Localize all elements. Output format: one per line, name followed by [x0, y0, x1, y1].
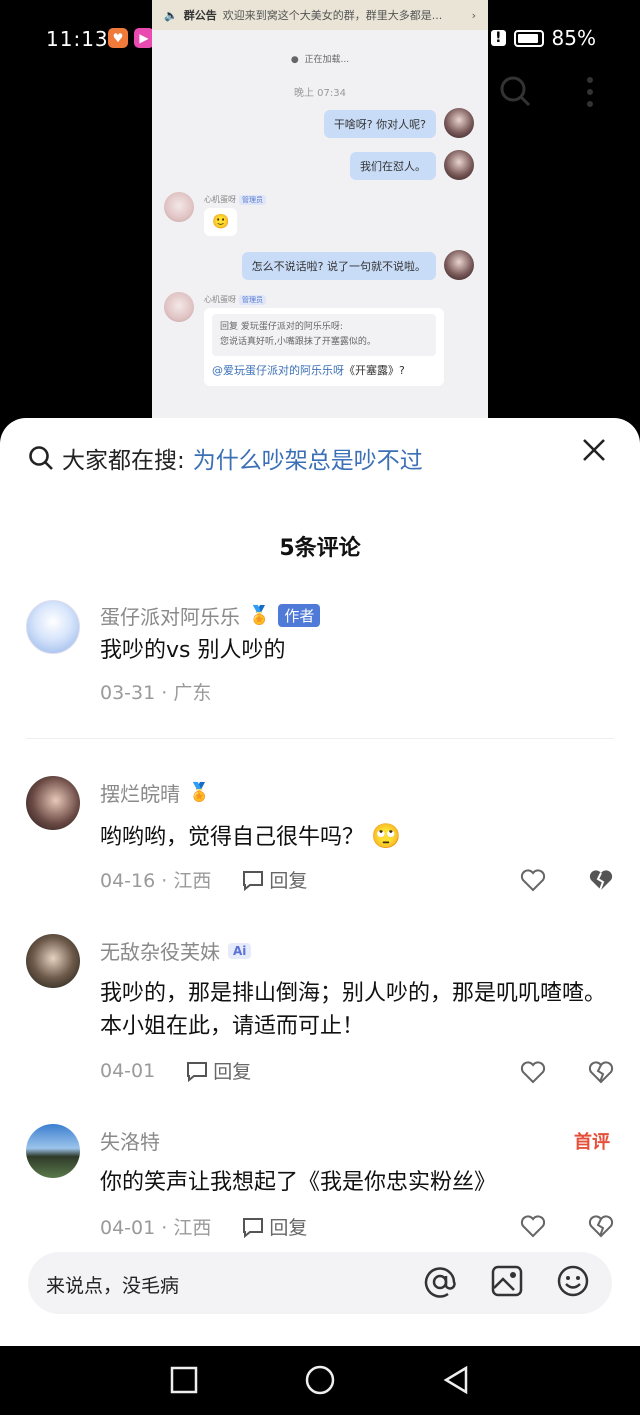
comment-author[interactable]: 失洛特	[100, 1126, 160, 1155]
avatar	[164, 192, 194, 222]
chat-bubble: 怎么不说话啦? 说了一句就不说啦。	[241, 252, 436, 280]
comment-author[interactable]: 蛋仔派对阿乐乐 🏅 作者	[100, 601, 321, 630]
first-comment-tag: 首评	[574, 1132, 610, 1153]
comment-input[interactable]: 来说点，没毛病	[28, 1252, 612, 1314]
comment-meta: 04-01 · 江西 回复	[100, 1213, 307, 1240]
comment-text: 哟哟哟，觉得自己很牛吗？ 🙄	[100, 822, 401, 850]
comment-bubble-icon	[243, 870, 264, 891]
home-icon[interactable]	[304, 1364, 336, 1396]
chat-bubble: 我们在怼人。	[350, 152, 436, 180]
speaker-icon: 🔈	[164, 8, 178, 22]
comment-text: 我吵的，那是排山倒海；别人吵的，那是叽叽喳喳。本小姐在此，请适而可止！	[100, 981, 607, 1039]
chat-nickname: 心机蛋呀 管理员	[204, 294, 266, 305]
comment-author[interactable]: 摆烂皖晴 🏅	[100, 778, 210, 807]
comment-actions	[520, 868, 614, 892]
avatar	[444, 108, 474, 138]
app-notification-icon: ♥	[108, 28, 128, 48]
mention: @爱玩蛋仔派对的阿乐乐呀	[212, 364, 344, 377]
alert-icon: !	[491, 30, 506, 46]
battery-icon	[513, 29, 544, 47]
notice-label: 群公告	[183, 9, 217, 22]
avatar[interactable]	[26, 600, 80, 654]
level-badge-icon: 🏅	[248, 605, 271, 626]
comment-meta: 04-01 回复	[100, 1057, 251, 1084]
chevron-right-icon: ›	[471, 8, 476, 22]
eye-roll-emoji-icon: 🙄	[371, 822, 401, 850]
comment-actions	[520, 1060, 614, 1084]
chat-bubble: 干啥呀? 你对人呢?	[323, 110, 436, 138]
reply-button[interactable]: 回复	[241, 866, 307, 893]
chat-timestamp: 晚上 07:34	[294, 88, 346, 99]
battery-percent: 85%	[551, 26, 596, 50]
emoji-icon[interactable]	[556, 1264, 590, 1298]
avatar[interactable]	[26, 1124, 80, 1178]
comment-actions	[520, 1214, 614, 1238]
close-icon[interactable]	[580, 436, 608, 464]
like-icon[interactable]	[520, 1060, 546, 1084]
comments-count: 5条评论	[279, 536, 361, 561]
chat-screenshot-image: 🔈 群公告 欢迎来到窝这个大美女的群，群里大多都是... › ● 正在加载...…	[152, 0, 488, 420]
divider	[26, 738, 614, 739]
recents-icon[interactable]	[168, 1364, 200, 1396]
video-app-icon: ▶	[134, 28, 154, 48]
loading-text: ● 正在加载...	[290, 55, 350, 65]
reply-button[interactable]: 回复	[185, 1057, 251, 1084]
avatar[interactable]	[26, 934, 80, 988]
back-icon[interactable]	[440, 1364, 472, 1396]
reply-button[interactable]: 回复	[241, 1213, 307, 1240]
mention-icon[interactable]	[422, 1264, 458, 1300]
comment-meta: 04-16 · 江西 回复	[100, 866, 307, 893]
search-term-link[interactable]: 为什么吵架总是吵不过	[193, 441, 423, 475]
like-icon[interactable]	[520, 868, 546, 892]
avatar	[444, 250, 474, 280]
comment-input-placeholder: 来说点，没毛病	[46, 1275, 180, 1297]
input-actions	[422, 1264, 590, 1300]
avatar[interactable]	[26, 776, 80, 830]
chat-bubble: 回复 爱玩蛋仔派对的阿乐乐呀: 您说话真好听,小嘴跟抹了开塞露似的。 @爱玩蛋仔…	[204, 308, 444, 386]
level-badge-icon: 🏅	[188, 782, 211, 803]
group-notice: 🔈 群公告 欢迎来到窝这个大美女的群，群里大多都是... ›	[152, 0, 488, 30]
comment-text: 我吵的vs 别人吵的	[100, 638, 286, 663]
notice-text: 欢迎来到窝这个大美女的群，群里大多都是...	[222, 9, 443, 22]
trending-search[interactable]: 大家都在搜: 为什么吵架总是吵不过	[28, 440, 423, 476]
like-icon[interactable]	[520, 1214, 546, 1238]
image-icon[interactable]	[490, 1264, 524, 1298]
comment-text: 你的笑声让我想起了《我是你忠实粉丝》	[100, 1170, 497, 1195]
ai-badge: Ai	[228, 942, 252, 959]
avatar	[444, 150, 474, 180]
comment-bubble-icon	[187, 1061, 208, 1082]
search-icon	[500, 76, 531, 107]
comment-bubble-icon	[243, 1217, 264, 1238]
search-icon	[29, 446, 53, 470]
chat-nickname: 心机蛋呀 管理员	[204, 194, 266, 205]
system-nav-bar	[0, 1346, 640, 1415]
dislike-icon[interactable]	[588, 1214, 614, 1238]
chat-bubble: 🙂	[204, 208, 238, 236]
more-icon	[587, 77, 593, 107]
dislike-icon[interactable]	[588, 868, 614, 892]
search-prefix: 大家都在搜:	[62, 448, 185, 474]
author-badge: 作者	[278, 604, 321, 627]
quoted-message: 回复 爱玩蛋仔派对的阿乐乐呀: 您说话真好听,小嘴跟抹了开塞露似的。	[212, 314, 436, 356]
dislike-icon[interactable]	[588, 1060, 614, 1084]
status-time: 11:13	[46, 27, 109, 51]
comment-meta: 03-31 · 广东	[100, 682, 212, 704]
avatar	[164, 292, 194, 322]
comment-author[interactable]: 无敌杂役芙妹 Ai	[100, 936, 252, 965]
